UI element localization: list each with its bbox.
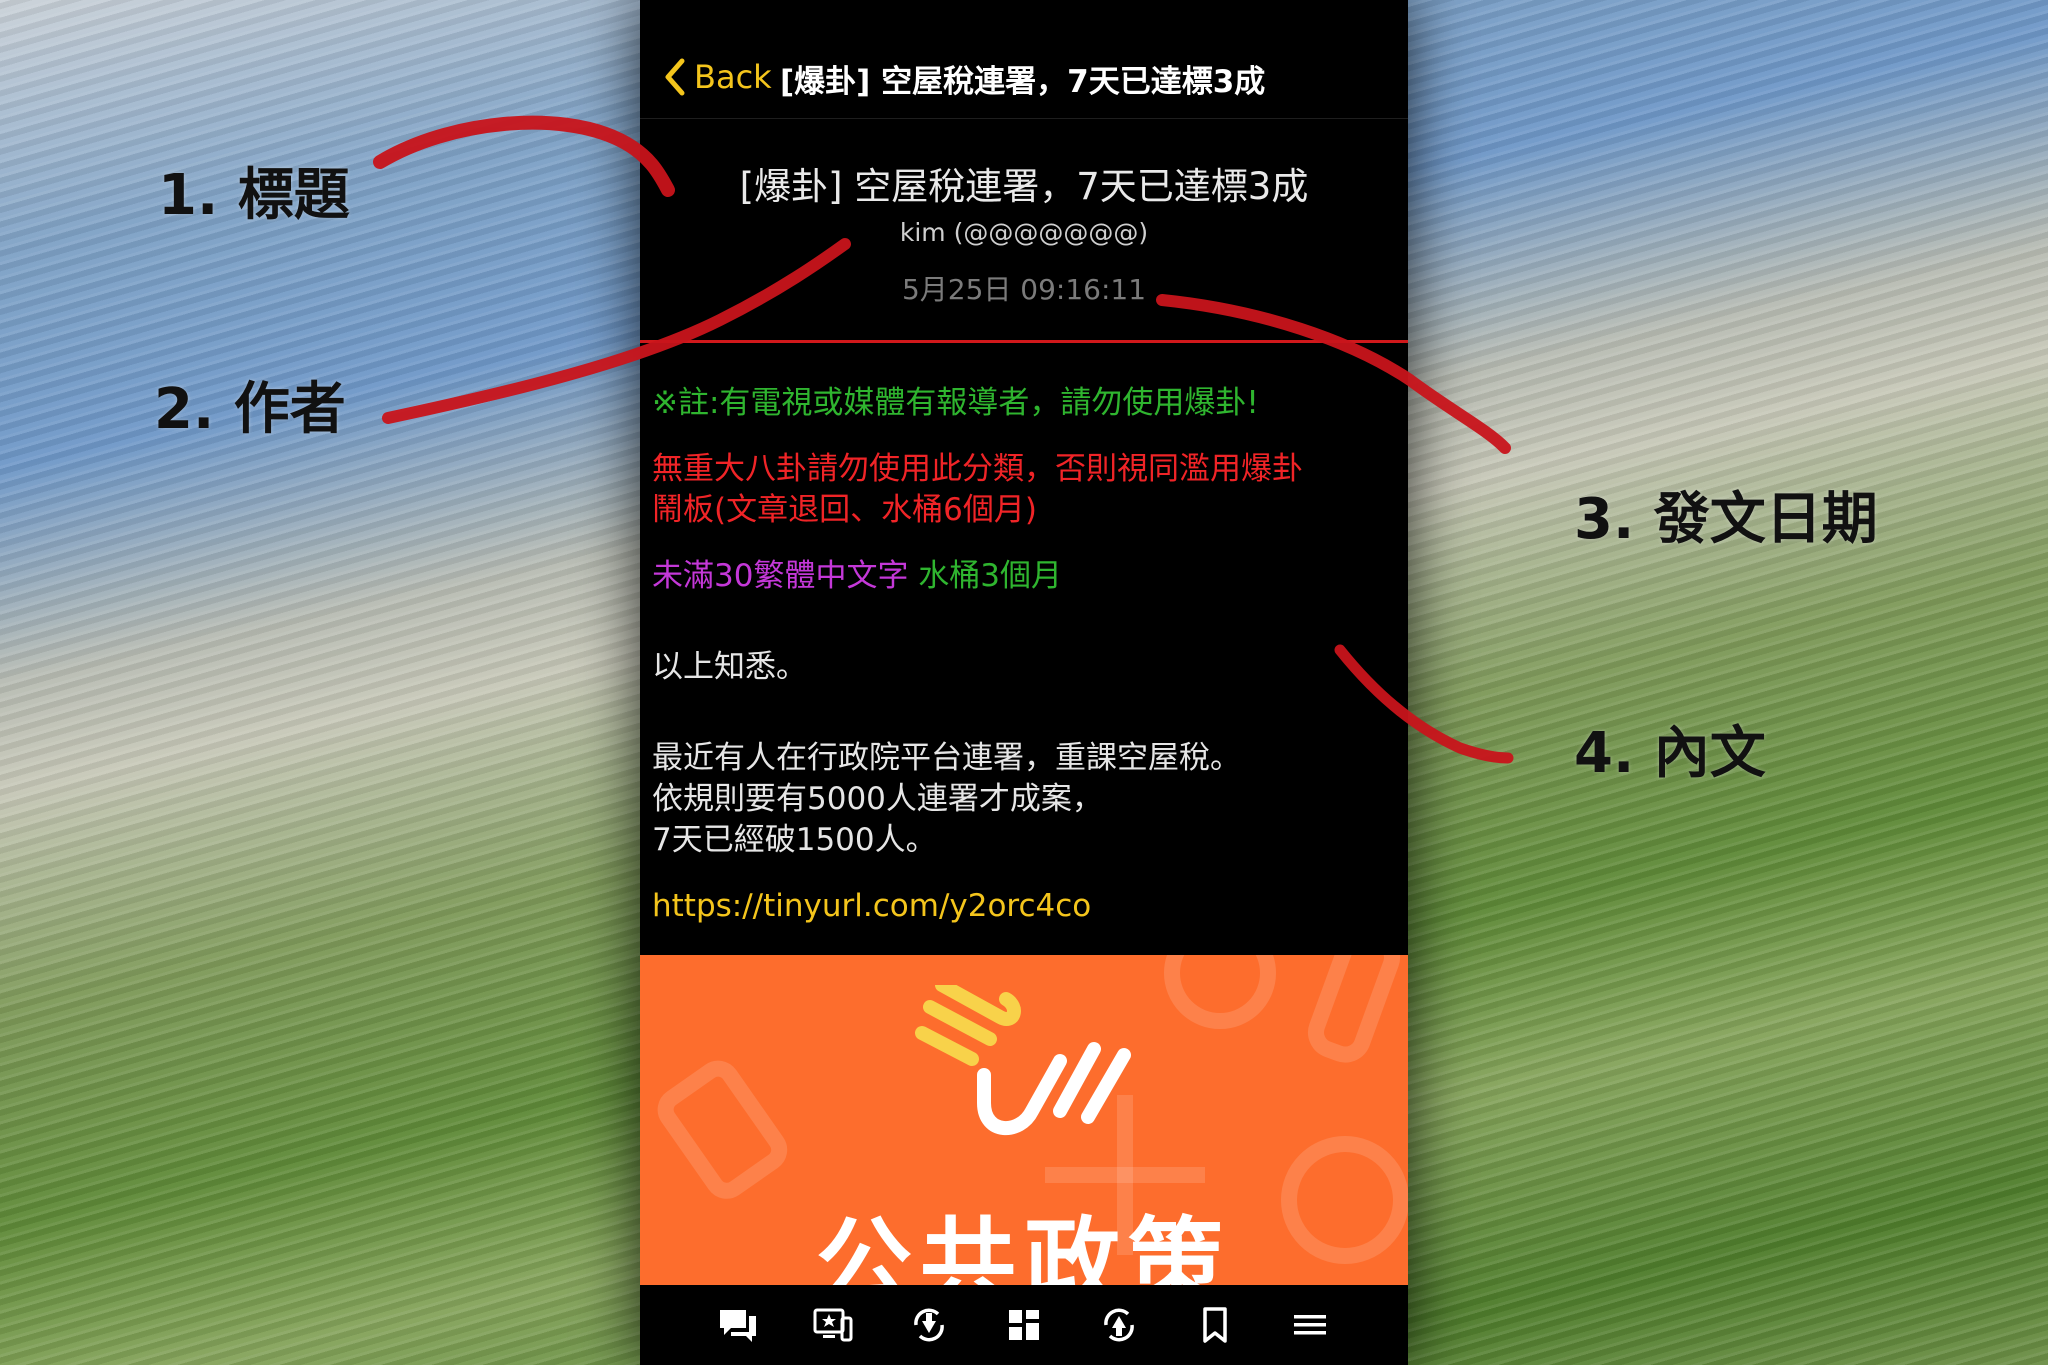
post-body: ※註:有電視或媒體有報導者，請勿使用爆卦! 無重大八卦請勿使用此分類，否則視同濫… (652, 383, 1396, 927)
rule-part-1: 未滿30繁體中文字 (652, 558, 909, 594)
post-header: [爆卦] 空屋稅連署，7天已達標3成 kim (@@@@@@@) 5月25日 0… (640, 118, 1408, 343)
menu-icon (1294, 1315, 1327, 1335)
chevron-left-icon (665, 58, 685, 96)
annotation-title: 1. 標題 (158, 163, 350, 228)
refresh-down-icon (913, 1308, 944, 1342)
refresh-up-button[interactable] (1095, 1301, 1143, 1349)
title-pointer-stroke (373, 115, 675, 197)
refresh-down-button[interactable] (905, 1301, 953, 1349)
board-grid-button[interactable] (1000, 1301, 1048, 1349)
post-title: [爆卦] 空屋稅連署，7天已達標3成 (739, 165, 1309, 208)
ack-line: 以上知悉。 (652, 649, 807, 685)
warning-line-2: 鬧板(文章退回、水桶6個月) (652, 492, 1037, 528)
post-date: 5月25日 09:16:11 (901, 273, 1147, 306)
back-button[interactable]: Back (662, 52, 772, 102)
paragraph-line-3: 7天已經破1500人。 (652, 822, 937, 858)
post-author[interactable]: kim (@@@@@@@) (640, 218, 1408, 247)
annotation-date: 3. 發文日期 (1574, 487, 1878, 552)
link-preview-banner[interactable]: 公共政策 (640, 955, 1408, 1285)
note-line: ※註:有電視或媒體有報導者，請勿使用爆卦! (652, 385, 1259, 421)
comments-icon (719, 1310, 756, 1342)
rule-part-2: 水桶3個月 (908, 558, 1063, 594)
public-policy-logo-icon (915, 985, 1131, 1135)
bookmark-icon (1203, 1307, 1227, 1343)
nav-title: [爆卦] 空屋稅連署，7天已達標3成 (780, 64, 1266, 100)
bookmark-button[interactable] (1191, 1301, 1239, 1349)
screen-star-icon (813, 1308, 853, 1342)
annotation-author: 2. 作者 (154, 377, 346, 442)
phone-screen: Back [爆卦] 空屋稅連署，7天已達標3成 [爆卦] 空屋稅連署，7天已達標… (640, 0, 1408, 1365)
annotation-content: 4. 內文 (1574, 721, 1766, 786)
header-divider (640, 340, 1408, 343)
back-label: Back (694, 58, 772, 96)
navigation-bar: Back [爆卦] 空屋稅連署，7天已達標3成 (640, 0, 1408, 119)
rule-line: 未滿30繁體中文字 水桶3個月 (652, 556, 1396, 597)
warning-line-1: 無重大八卦請勿使用此分類，否則視同濫用爆卦 (652, 451, 1303, 487)
refresh-up-icon (1104, 1308, 1135, 1342)
paragraph-line-2: 依規則要有5000人連署才成案， (652, 781, 1103, 817)
grid-icon (1008, 1310, 1039, 1340)
paragraph-line-1: 最近有人在行政院平台連署，重課空屋稅。 (652, 740, 1241, 776)
comments-button[interactable] (714, 1301, 762, 1349)
banner-text: 公共政策 (816, 1207, 1232, 1285)
screen-favorite-button[interactable] (809, 1301, 857, 1349)
bottom-toolbar (640, 1285, 1408, 1365)
post-link[interactable]: https://tinyurl.com/y2orc4co (652, 886, 1396, 927)
menu-button[interactable] (1286, 1301, 1334, 1349)
